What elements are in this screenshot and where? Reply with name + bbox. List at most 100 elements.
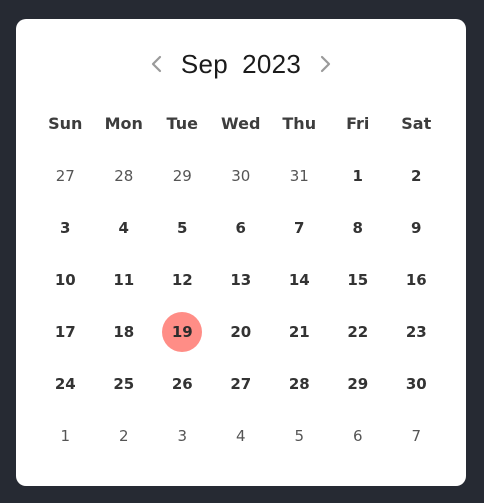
day-cell[interactable]: 8	[329, 202, 388, 254]
day-number: 7	[411, 427, 422, 445]
day-number: 12	[171, 271, 193, 289]
prev-month-button[interactable]	[143, 50, 171, 78]
day-number: 4	[235, 427, 246, 445]
day-number: 28	[114, 167, 134, 185]
day-cell[interactable]: 28	[95, 150, 154, 202]
day-cell[interactable]: 6	[212, 202, 271, 254]
date-picker: Sep 2023 Sun Mon Tue Wed Thu Fri Sat 27 2…	[16, 19, 466, 486]
next-month-button[interactable]	[311, 50, 339, 78]
day-number: 3	[60, 219, 71, 237]
day-number: 2	[411, 167, 422, 185]
day-number: 4	[118, 219, 129, 237]
day-cell[interactable]: 26	[153, 358, 212, 410]
day-cell[interactable]: 14	[270, 254, 329, 306]
day-number: 22	[347, 323, 369, 341]
month-label[interactable]: Sep	[181, 49, 228, 80]
day-number: 5	[294, 427, 305, 445]
day-cell[interactable]: 6	[329, 410, 388, 462]
day-cell-selected[interactable]: 19	[153, 306, 212, 358]
day-cell[interactable]: 27	[36, 150, 95, 202]
day-cell[interactable]: 4	[95, 202, 154, 254]
day-number: 28	[288, 375, 310, 393]
weekday-thu: Thu	[282, 114, 317, 133]
day-number: 21	[288, 323, 310, 341]
day-number: 27	[230, 375, 252, 393]
day-number: 30	[231, 167, 251, 185]
day-cell[interactable]: 13	[212, 254, 271, 306]
day-cell[interactable]: 30	[387, 358, 446, 410]
day-number: 9	[411, 219, 422, 237]
day-cell[interactable]: 3	[36, 202, 95, 254]
day-cell[interactable]: 9	[387, 202, 446, 254]
day-cell[interactable]: 29	[153, 150, 212, 202]
day-number: 30	[405, 375, 427, 393]
day-number: 3	[177, 427, 188, 445]
day-number: 26	[171, 375, 193, 393]
day-number: 19	[162, 312, 203, 352]
weekday-fri: Fri	[346, 114, 370, 133]
day-cell[interactable]: 23	[387, 306, 446, 358]
day-number: 6	[235, 219, 246, 237]
day-number: 6	[352, 427, 363, 445]
day-cell[interactable]: 7	[270, 202, 329, 254]
days-grid: 27 28 29 30 31 1 2 3 4 5 6 7 8 9 10 11 12 13 14 15 16 17 18 19 2…	[36, 150, 456, 462]
day-number: 29	[172, 167, 192, 185]
day-number: 5	[177, 219, 188, 237]
day-cell[interactable]: 25	[95, 358, 154, 410]
day-cell[interactable]: 2	[95, 410, 154, 462]
day-cell[interactable]: 27	[212, 358, 271, 410]
day-number: 18	[113, 323, 135, 341]
day-cell[interactable]: 5	[270, 410, 329, 462]
weekday-header-row: Sun Mon Tue Wed Thu Fri Sat	[36, 111, 456, 137]
day-cell[interactable]: 12	[153, 254, 212, 306]
day-number: 16	[405, 271, 427, 289]
day-cell[interactable]: 20	[212, 306, 271, 358]
day-number: 27	[55, 167, 75, 185]
day-cell[interactable]: 17	[36, 306, 95, 358]
day-cell[interactable]: 22	[329, 306, 388, 358]
day-cell[interactable]: 3	[153, 410, 212, 462]
day-number: 29	[347, 375, 369, 393]
day-number: 2	[118, 427, 129, 445]
day-cell[interactable]: 28	[270, 358, 329, 410]
weekday-tue: Tue	[166, 114, 198, 133]
day-cell[interactable]: 4	[212, 410, 271, 462]
weekday-wed: Wed	[221, 114, 261, 133]
day-cell[interactable]: 5	[153, 202, 212, 254]
day-cell[interactable]: 15	[329, 254, 388, 306]
day-number: 10	[54, 271, 76, 289]
weekday-sat: Sat	[401, 114, 432, 133]
day-cell[interactable]: 11	[95, 254, 154, 306]
day-cell[interactable]: 29	[329, 358, 388, 410]
day-cell[interactable]: 1	[36, 410, 95, 462]
day-number: 15	[347, 271, 369, 289]
day-number: 17	[54, 323, 76, 341]
day-cell[interactable]: 24	[36, 358, 95, 410]
day-cell[interactable]: 30	[212, 150, 271, 202]
chevron-left-icon	[151, 55, 161, 73]
day-cell[interactable]: 31	[270, 150, 329, 202]
day-number: 24	[54, 375, 76, 393]
day-cell[interactable]: 21	[270, 306, 329, 358]
day-number: 20	[230, 323, 252, 341]
day-number: 14	[288, 271, 310, 289]
weekday-mon: Mon	[104, 114, 143, 133]
day-number: 23	[405, 323, 427, 341]
month-year-title[interactable]: Sep 2023	[181, 49, 301, 80]
day-number: 8	[352, 219, 363, 237]
calendar-header: Sep 2023	[16, 47, 466, 81]
day-cell[interactable]: 16	[387, 254, 446, 306]
day-number: 1	[60, 427, 71, 445]
day-cell[interactable]: 10	[36, 254, 95, 306]
day-number: 31	[289, 167, 309, 185]
year-label[interactable]: 2023	[242, 49, 301, 80]
day-number: 7	[294, 219, 305, 237]
day-number: 11	[113, 271, 135, 289]
day-number: 25	[113, 375, 135, 393]
weekday-sun: Sun	[48, 114, 83, 133]
day-cell[interactable]: 7	[387, 410, 446, 462]
day-cell[interactable]: 18	[95, 306, 154, 358]
day-number: 13	[230, 271, 252, 289]
day-cell[interactable]: 2	[387, 150, 446, 202]
day-cell[interactable]: 1	[329, 150, 388, 202]
